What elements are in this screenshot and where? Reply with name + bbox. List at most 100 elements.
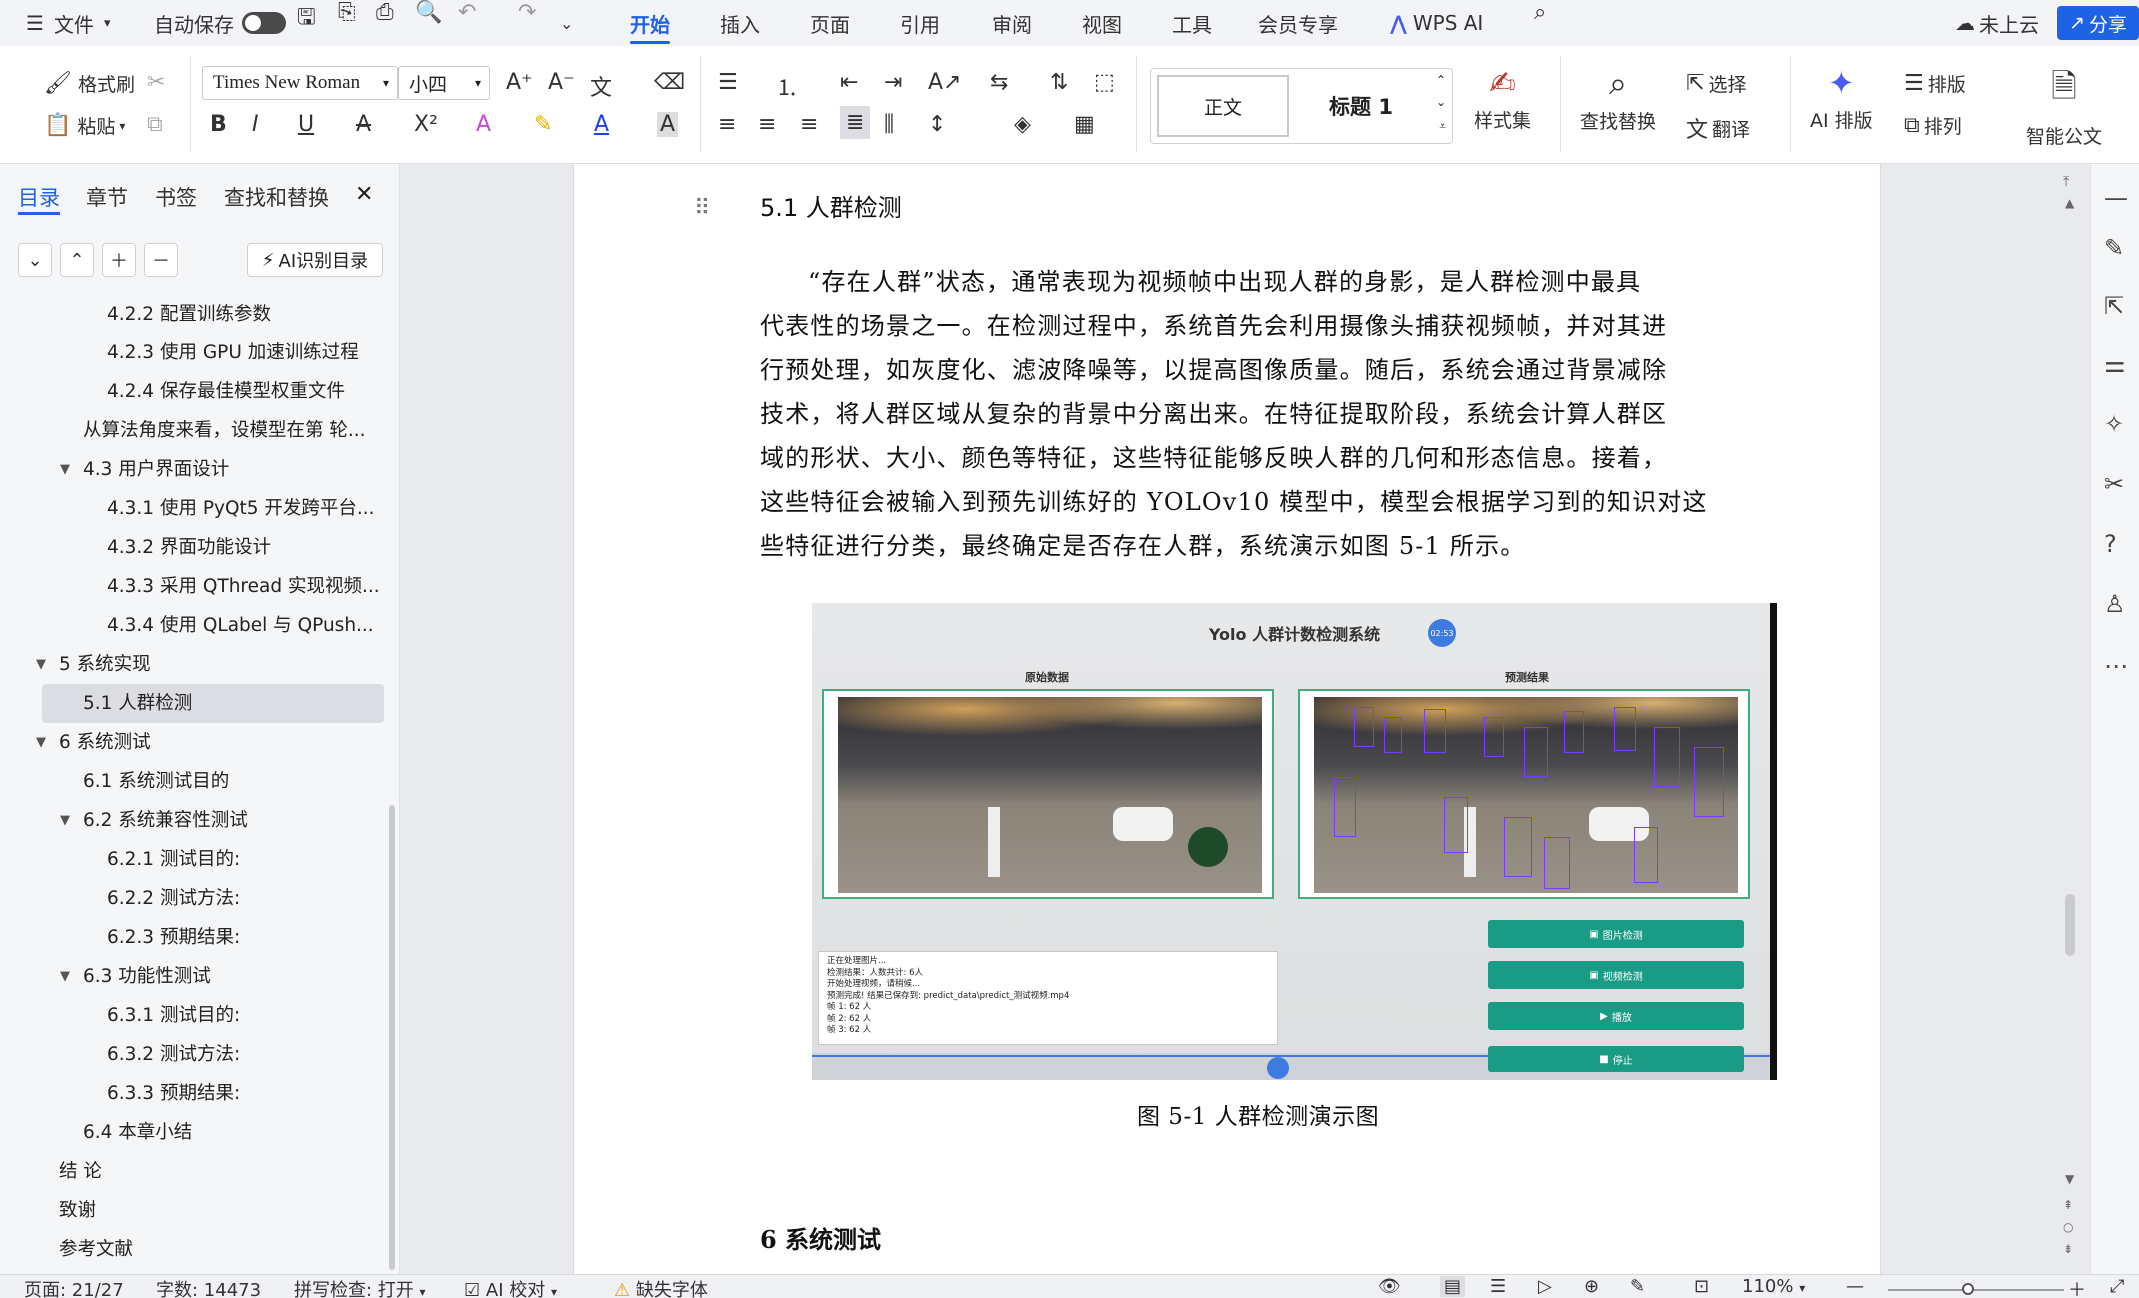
eye-icon[interactable]: 👁 (1378, 1276, 1401, 1297)
bullet-list-icon[interactable]: ☰ (718, 70, 738, 95)
decrease-font-icon[interactable]: A⁻ (548, 70, 575, 95)
next-page-icon[interactable]: ⇟ (2063, 1242, 2073, 1256)
distribute-icon[interactable]: ⫼ (884, 112, 894, 137)
clear-format-icon[interactable]: ⌫ (654, 70, 685, 95)
scroll-thumb[interactable] (2065, 894, 2075, 956)
tab-page[interactable]: 页面 (810, 0, 850, 46)
line-spacing-icon[interactable]: ↕ (928, 112, 946, 137)
toc-item[interactable]: 4.2.2 配置训练参数 (107, 295, 271, 334)
tab-view[interactable]: 视图 (1082, 0, 1122, 46)
cut-icon[interactable]: ✂ (147, 70, 165, 95)
chevron-up-icon[interactable]: ⌃ (1436, 73, 1446, 87)
strikethrough-icon[interactable]: A (356, 112, 371, 137)
toc-item[interactable]: 结 论 (59, 1152, 102, 1191)
toc-item[interactable]: 4.3 用户界面设计 (83, 450, 229, 489)
tab-chapters[interactable]: 章节 (86, 182, 128, 212)
zoom-in-icon[interactable]: ＋ (2068, 1276, 2086, 1298)
justify-icon[interactable]: ≣ (840, 106, 871, 139)
web-view-icon[interactable]: ⊕ (1584, 1276, 1599, 1297)
ai-proof-button[interactable]: ☑ AI 校对 ▾ (464, 1276, 557, 1298)
toc-scrollbar[interactable] (389, 805, 395, 1270)
tab-review[interactable]: 审阅 (992, 0, 1032, 46)
toc-item[interactable]: 4.3.1 使用 PyQt5 开发跨平台... (107, 489, 375, 528)
redo-icon[interactable]: ↷ (518, 0, 536, 46)
toc-item[interactable]: 从算法角度来看，设模型在第 轮... (83, 411, 366, 450)
more-icon[interactable]: ⋯ (2104, 652, 2128, 680)
font-size-select[interactable]: 小四 ▾ (398, 66, 490, 100)
move-up-button[interactable]: ⌃ (60, 243, 94, 277)
toc-item[interactable]: 致谢 (59, 1191, 96, 1230)
sort-icon[interactable]: ⇅ (1050, 70, 1068, 95)
word-count[interactable]: 字数: 14473 (156, 1276, 261, 1298)
autosave-toggle[interactable]: 自动保存 (154, 0, 286, 46)
font-name-select[interactable]: Times New Roman ▾ (202, 66, 398, 100)
more-icon[interactable]: ⌄ (560, 0, 573, 46)
zoom-slider-thumb[interactable] (1962, 1283, 1974, 1295)
page-indicator[interactable]: 页面: 21/27 (24, 1276, 124, 1298)
superscript-icon[interactable]: X² (414, 112, 438, 137)
tab-bookmarks[interactable]: 书签 (155, 182, 197, 212)
scroll-down-icon[interactable]: ▼ (2065, 1172, 2074, 1186)
close-icon[interactable]: ✕ (355, 182, 373, 207)
align-center-icon[interactable]: ≡ (758, 112, 776, 137)
toc-item[interactable]: 4.3.3 采用 QThread 实现视频... (107, 567, 380, 606)
find-replace-button[interactable]: ⌕ 查找替换 (1580, 64, 1656, 134)
missing-font-warning[interactable]: ⚠ 缺失字体 (614, 1276, 708, 1298)
add-button[interactable]: ＋ (102, 243, 136, 277)
phonetic-icon[interactable]: 文 (590, 70, 612, 102)
ai-layout-button[interactable]: ✦ AI 排版 (1810, 64, 1873, 133)
toc-item[interactable]: 5 系统实现 (59, 645, 151, 684)
tab-tools[interactable]: 工具 (1172, 0, 1212, 46)
save-icon[interactable]: 🖫 (297, 0, 316, 46)
decrease-indent-icon[interactable]: ⇤ (840, 70, 858, 95)
style-set-button[interactable]: ✍ 样式集 (1474, 64, 1531, 133)
pen-icon[interactable]: ✎ (2104, 234, 2124, 262)
collapse-button[interactable]: ⌄ (18, 243, 52, 277)
toc-item[interactable]: 6.1 系统测试目的 (83, 762, 229, 801)
cloud-status[interactable]: ☁ 未上云 (1955, 0, 2039, 46)
print-preview-icon[interactable]: 🔍 (415, 0, 442, 46)
expand-triangle-icon[interactable]: ▼ (36, 645, 46, 684)
write-mode-icon[interactable]: ✎ (1630, 1276, 1645, 1297)
fit-page-icon[interactable]: ⊡ (1694, 1276, 1709, 1297)
shirt-icon[interactable]: ♙ (2104, 590, 2126, 618)
chevron-down-icon[interactable]: ⌄ (1436, 95, 1446, 109)
copy-icon[interactable]: ⧉ (147, 112, 163, 137)
export-icon[interactable]: ⎘ (338, 0, 356, 46)
expand-triangle-icon[interactable]: ▼ (60, 450, 70, 489)
toc-item[interactable]: 4.3.4 使用 QLabel 与 QPush... (107, 606, 374, 645)
tab-toc[interactable]: 目录 (18, 182, 60, 212)
format-painter-button[interactable]: 🖌 格式刷 (44, 70, 135, 97)
settings-sliders-icon[interactable]: ⚌ (2104, 350, 2126, 378)
toc-item[interactable]: 6.2.2 测试方法: (107, 879, 240, 918)
expand-triangle-icon[interactable]: ▼ (60, 957, 70, 996)
show-marks-icon[interactable]: ⬚ (1094, 70, 1115, 95)
toc-item[interactable]: 6.3.3 预期结果: (107, 1074, 240, 1113)
print-icon[interactable]: ⎙ (376, 0, 394, 46)
expand-triangle-icon[interactable]: ▼ (60, 801, 70, 840)
sort-chinese-icon[interactable]: ⇆ (990, 70, 1008, 95)
select-browse-icon[interactable]: ○ (2063, 1220, 2073, 1234)
outline-view-icon[interactable]: ☰ (1490, 1276, 1506, 1297)
arrange-button[interactable]: ⧉ 排列 (1904, 112, 1962, 139)
image-detect-button[interactable]: ▣ 图片检测 (1488, 920, 1744, 948)
play-button[interactable]: ▶ 播放 (1488, 1002, 1744, 1030)
drag-handle-icon[interactable]: ⠿ (694, 196, 710, 221)
spellcheck-status[interactable]: 拼写检查: 打开 ▾ (294, 1276, 426, 1298)
toc-item[interactable]: 4.2.3 使用 GPU 加速训练过程 (107, 333, 359, 372)
toc-item-selected[interactable]: 5.1 人群检测 (42, 684, 384, 723)
share-button[interactable]: ↗ 分享 (2057, 6, 2139, 40)
translate-button[interactable]: 文 翻译 (1686, 112, 1750, 144)
text-direction-icon[interactable]: A↗ (928, 70, 961, 95)
read-mode-icon[interactable]: ▷ (1538, 1276, 1552, 1297)
bold-icon[interactable]: B (210, 112, 227, 137)
stop-button[interactable]: ■ 停止 (1488, 1046, 1744, 1072)
toc-item[interactable]: 4.3.2 界面功能设计 (107, 528, 271, 567)
document-scrollbar[interactable]: ⤒ ▲ ▼ ⇞ ○ ⇟ (2057, 166, 2085, 1274)
video-detect-button[interactable]: ▣ 视频检测 (1488, 961, 1744, 989)
toc-item[interactable]: 参考文献 (59, 1230, 133, 1269)
prev-page-icon[interactable]: ⇞ (2063, 1198, 2073, 1212)
tools-icon[interactable]: ✂ (2104, 470, 2124, 498)
increase-font-icon[interactable]: A⁺ (506, 70, 533, 95)
highlight-icon[interactable]: ✎ (534, 112, 552, 137)
